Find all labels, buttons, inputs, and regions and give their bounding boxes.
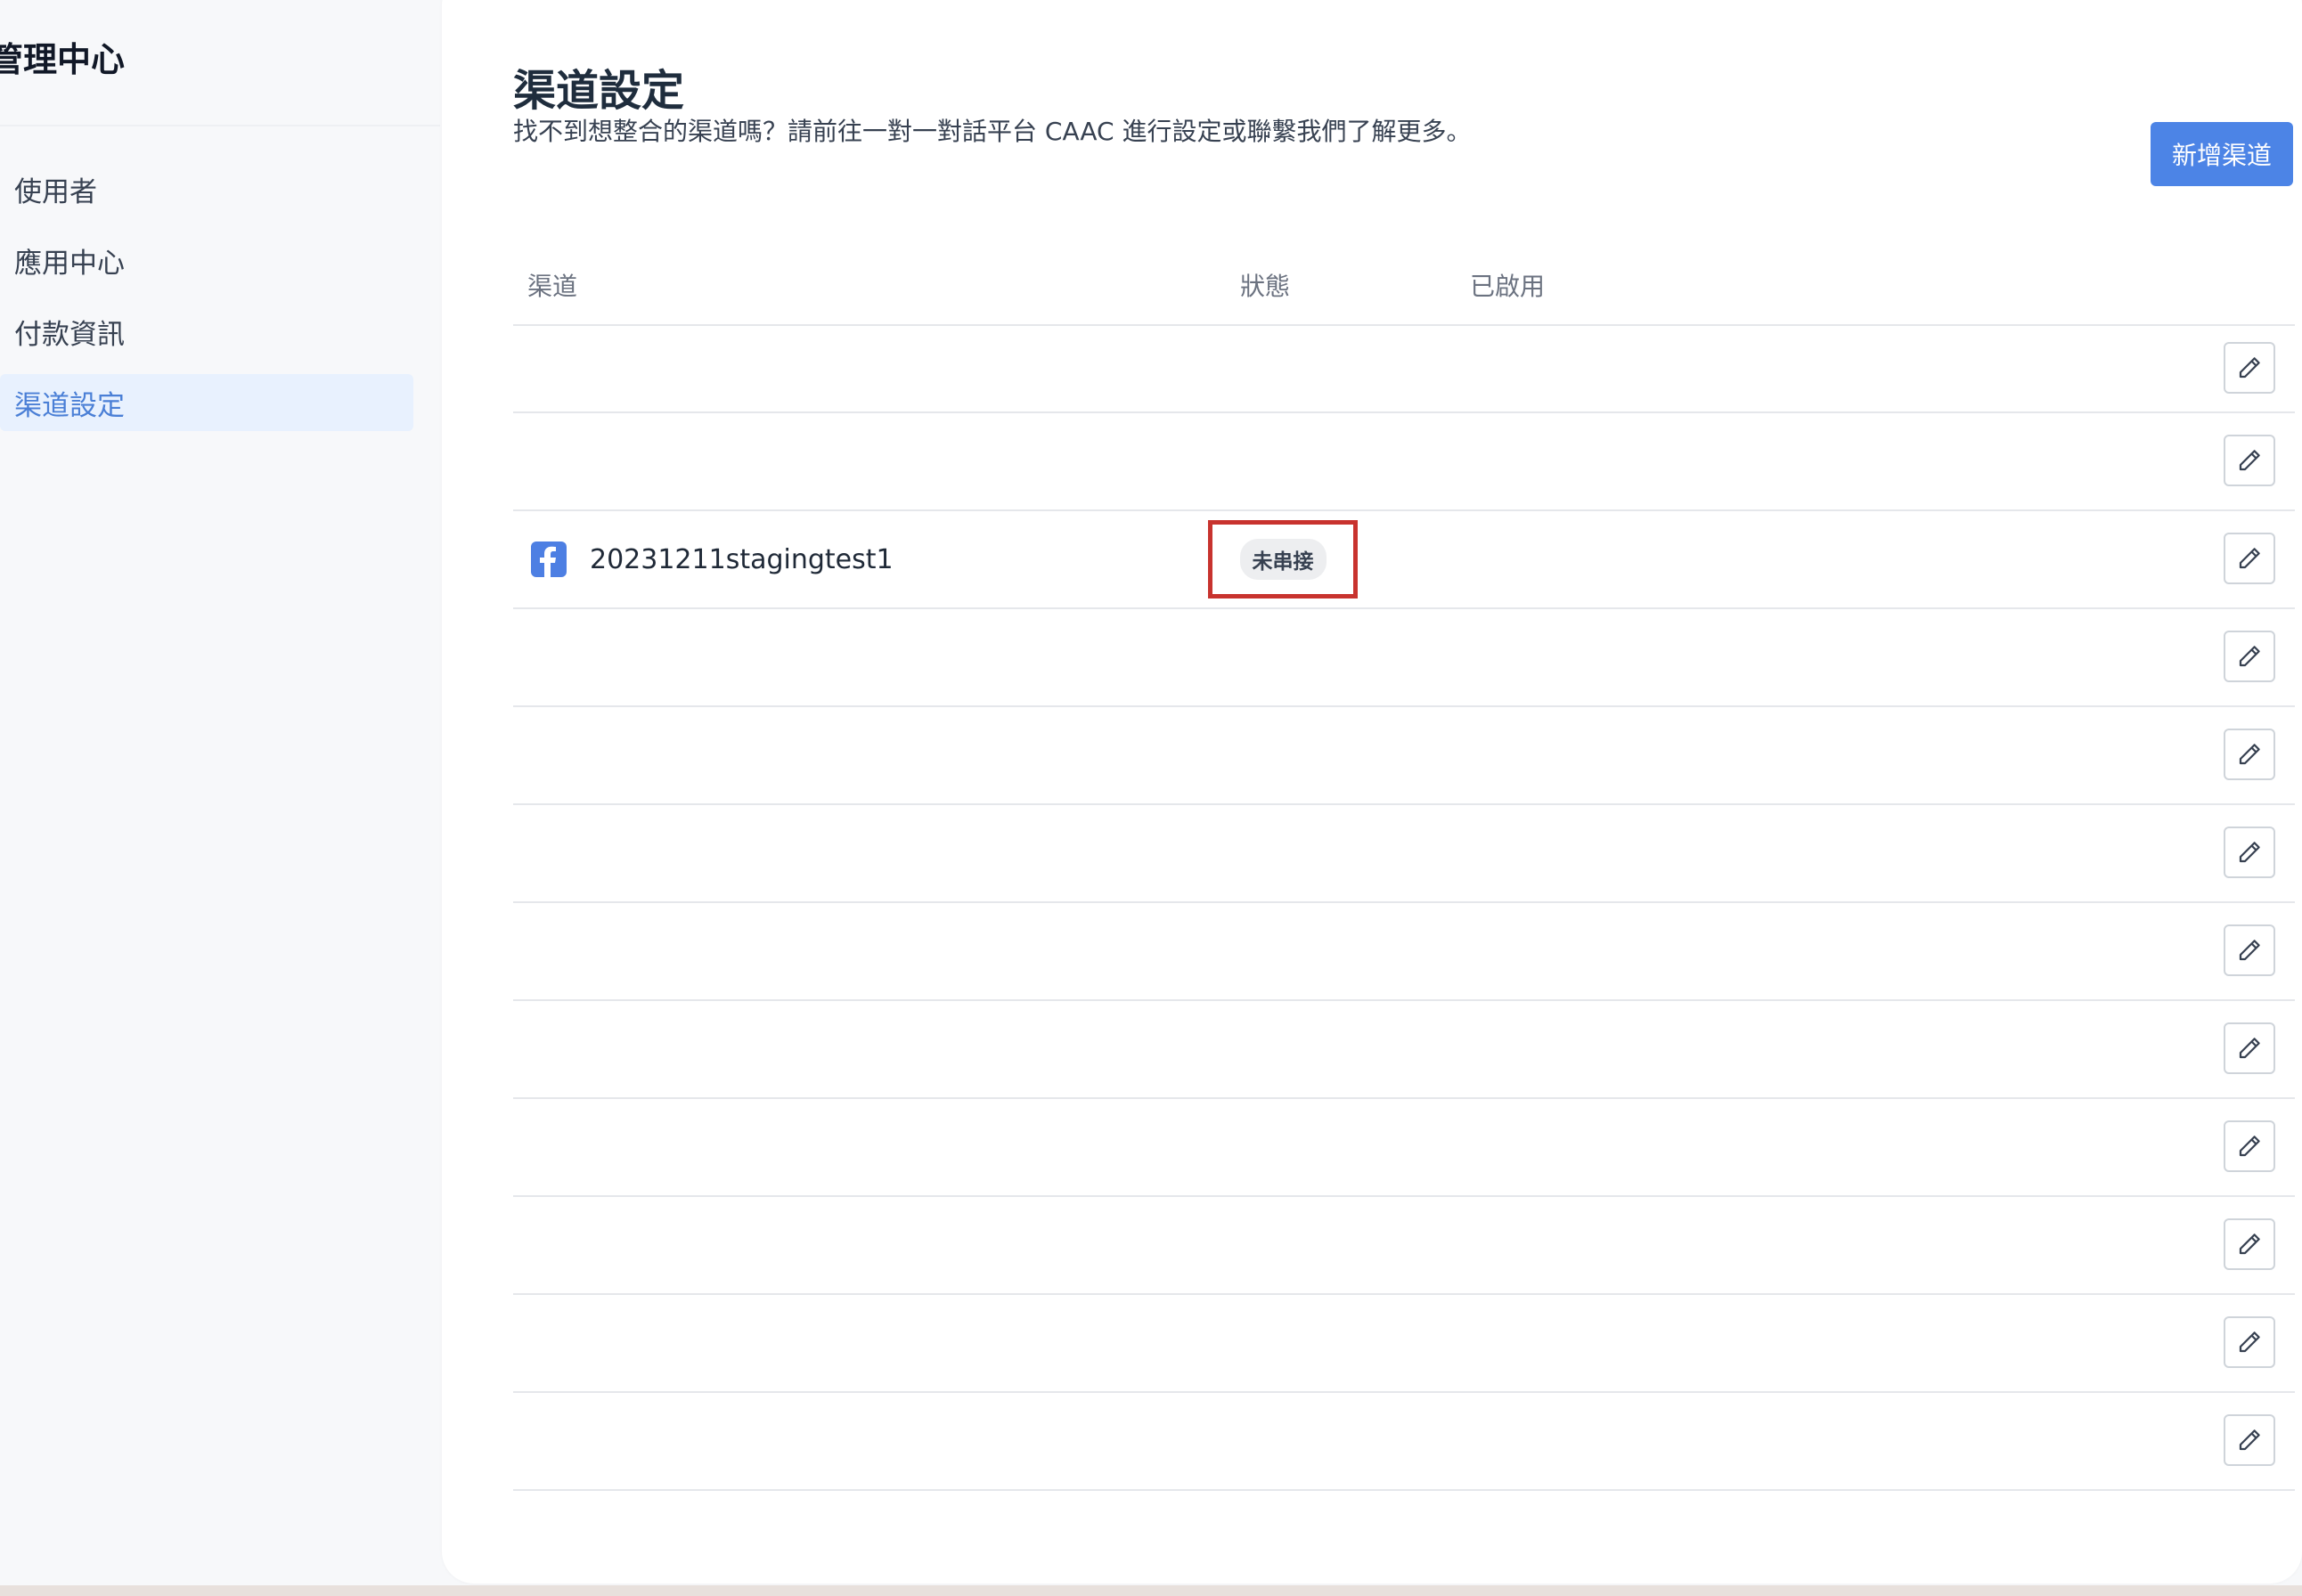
sidebar-divider [0, 125, 440, 126]
column-header-channel: 渠道 [527, 272, 578, 301]
table-row [513, 1295, 2295, 1393]
column-header-enabled: 已啟用 [1470, 272, 1546, 301]
sidebar-item-label: 付款資訊 [14, 318, 125, 351]
add-channel-button[interactable]: 新增渠道 [2151, 122, 2293, 186]
edit-button[interactable] [2224, 342, 2275, 394]
table-row: 20231211stagingtest1 未串接 [513, 511, 2295, 609]
table-row [513, 609, 2295, 707]
table-body: 20231211stagingtest1 未串接 [513, 326, 2295, 1491]
edit-button[interactable] [2224, 1218, 2275, 1270]
channels-table: 渠道 狀態 已啟用 20231211stagingtest1 未串接 [513, 240, 2295, 1491]
table-row [513, 805, 2295, 903]
table-row [513, 903, 2295, 1001]
pencil-icon [2239, 1429, 2260, 1451]
edit-button[interactable] [2224, 826, 2275, 878]
edit-button[interactable] [2224, 1316, 2275, 1368]
pencil-icon [2239, 1136, 2260, 1157]
pencil-icon [2239, 1038, 2260, 1059]
channel-cell: 20231211stagingtest1 [531, 511, 894, 607]
pencil-icon [2239, 357, 2260, 379]
sidebar-item-payment[interactable]: 付款資訊 [0, 303, 413, 360]
pencil-icon [2239, 1331, 2260, 1353]
page-title: 渠道設定 [513, 66, 685, 117]
edit-button[interactable] [2224, 1414, 2275, 1466]
edit-button[interactable] [2224, 631, 2275, 682]
table-row [513, 326, 2295, 413]
main-panel: 渠道設定 找不到想整合的渠道嗎？請前往一對一對話平台 CAAC 進行設定或聯繫我… [442, 0, 2302, 1584]
sidebar-nav: 使用者 應用中心 付款資訊 渠道設定 [0, 160, 413, 445]
sidebar-title: 管理中心 [0, 40, 126, 79]
table-row [513, 413, 2295, 511]
pencil-icon [2239, 450, 2260, 471]
sidebar-item-users[interactable]: 使用者 [0, 160, 413, 217]
sidebar-item-app-center[interactable]: 應用中心 [0, 232, 413, 289]
edit-button[interactable] [2224, 924, 2275, 976]
edit-button[interactable] [2224, 533, 2275, 584]
edit-button[interactable] [2224, 1120, 2275, 1172]
sidebar-item-label: 渠道設定 [14, 389, 125, 422]
helper-text: 找不到想整合的渠道嗎？請前往一對一對話平台 CAAC 進行設定或聯繫我們了解更多… [513, 117, 1472, 146]
pencil-icon [2239, 1234, 2260, 1255]
status-highlight-box: 未串接 [1208, 520, 1358, 598]
table-row [513, 1197, 2295, 1295]
channel-name[interactable]: 20231211stagingtest1 [590, 544, 894, 575]
sidebar-item-label: 使用者 [14, 175, 97, 208]
edit-button[interactable] [2224, 1022, 2275, 1074]
edit-button[interactable] [2224, 435, 2275, 486]
table-row [513, 1393, 2295, 1491]
pencil-icon [2239, 646, 2260, 667]
table-header: 渠道 狀態 已啟用 [513, 240, 2295, 326]
facebook-icon [531, 542, 567, 577]
table-row [513, 1099, 2295, 1197]
status-badge: 未串接 [1239, 539, 1327, 580]
table-row [513, 1001, 2295, 1099]
table-row [513, 707, 2295, 805]
pencil-icon [2239, 744, 2260, 765]
column-header-status: 狀態 [1240, 272, 1291, 301]
pencil-icon [2239, 842, 2260, 863]
app-window: 管理中心 使用者 應用中心 付款資訊 渠道設定 渠道設定 找不到想整合的渠道嗎？… [0, 0, 2302, 1585]
edit-button[interactable] [2224, 729, 2275, 780]
sidebar-item-channel-settings[interactable]: 渠道設定 [0, 374, 413, 431]
pencil-icon [2239, 548, 2260, 569]
sidebar: 管理中心 使用者 應用中心 付款資訊 渠道設定 [0, 0, 440, 1585]
pencil-icon [2239, 940, 2260, 961]
sidebar-item-label: 應用中心 [14, 247, 125, 280]
